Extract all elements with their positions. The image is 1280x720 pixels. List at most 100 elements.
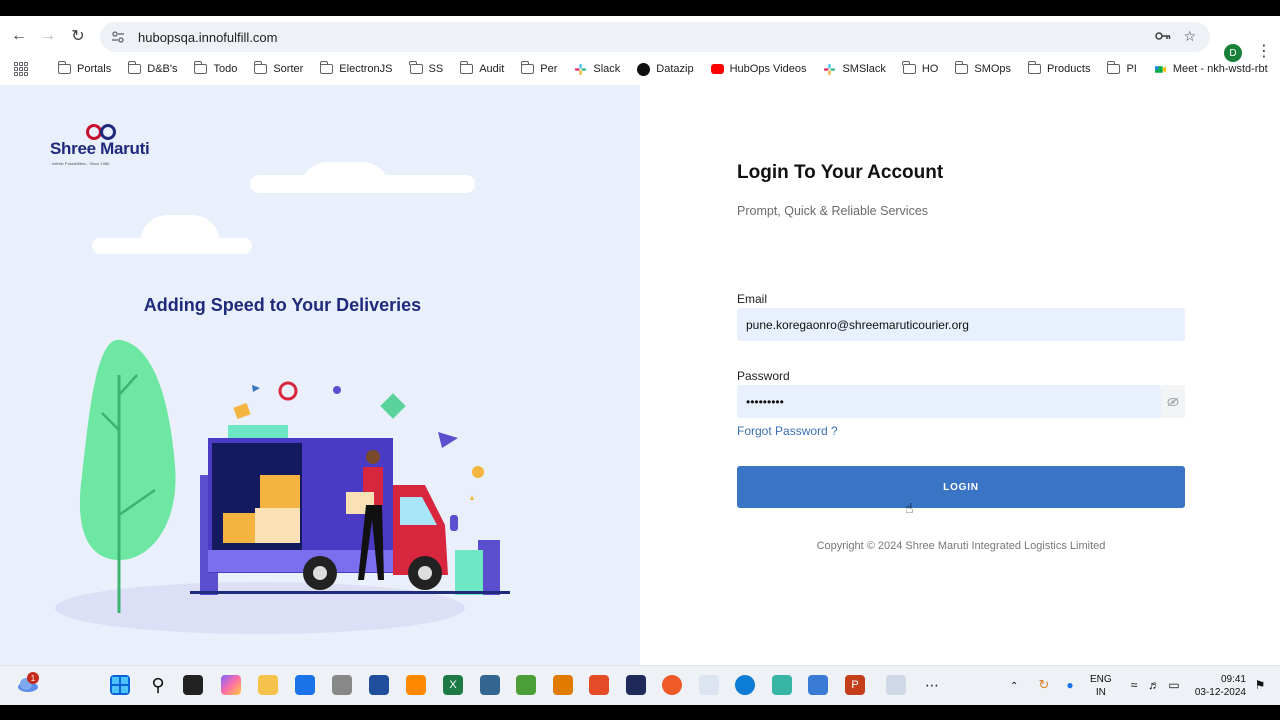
hand-cursor-icon: ☝: [905, 500, 914, 516]
password-field-wrapper: •••••••••: [737, 385, 1185, 418]
folder-icon: [1027, 61, 1042, 74]
bookmark-datazip[interactable]: Datazip: [637, 62, 694, 76]
bookmark-electronjs[interactable]: ElectronJS: [319, 61, 393, 75]
calculator-icon[interactable]: [332, 675, 352, 695]
folder-icon: [954, 61, 969, 74]
powerpoint-icon[interactable]: P: [845, 675, 865, 695]
bookmark-per[interactable]: Per: [520, 61, 557, 75]
folder-icon: [127, 61, 142, 74]
reload-icon[interactable]: ↻: [63, 21, 93, 51]
app-icon[interactable]: [369, 675, 389, 695]
bookmark-audit[interactable]: Audit: [459, 61, 505, 75]
volume-icon[interactable]: ♬: [1144, 675, 1164, 695]
bookmark-label: SMSlack: [842, 63, 886, 75]
login-panel: Login To Your Account Prompt, Quick & Re…: [641, 85, 1280, 665]
store-icon[interactable]: [295, 675, 315, 695]
app-icon[interactable]: [589, 675, 609, 695]
edge-icon[interactable]: [735, 675, 755, 695]
bookmark-hubops-videos[interactable]: HubOps Videos: [710, 63, 807, 75]
bookmark-products[interactable]: Products: [1027, 61, 1091, 75]
hero-panel: Shree Maruti Infinite Possibilities - Si…: [0, 85, 640, 665]
bookmark-label: SS: [428, 63, 444, 75]
windows-start-icon[interactable]: [110, 675, 130, 695]
folder-icon: [253, 61, 268, 74]
bottom-letterbox: [0, 705, 1280, 720]
eye-off-icon[interactable]: [1161, 385, 1185, 418]
login-subtitle: Prompt, Quick & Reliable Services: [737, 204, 929, 218]
top-letterbox: [0, 0, 1280, 16]
snipping-tool-icon[interactable]: [886, 675, 906, 695]
chart-app-icon[interactable]: [699, 675, 719, 695]
bookmark-slack[interactable]: Slack: [574, 63, 620, 76]
password-label: Password: [737, 369, 790, 383]
bookmark-smops[interactable]: SMOps: [954, 61, 1011, 75]
task-view-icon[interactable]: [183, 675, 203, 695]
app-icon[interactable]: [516, 675, 536, 695]
bookmark-star-icon[interactable]: ☆: [1183, 28, 1196, 45]
excel-icon[interactable]: X: [443, 675, 463, 695]
email-field[interactable]: pune.koregaonro@shreemaruticourier.org: [737, 308, 1185, 341]
site-settings-icon[interactable]: [110, 29, 126, 45]
bookmark-sorter[interactable]: Sorter: [253, 61, 304, 75]
password-field[interactable]: •••••••••: [737, 385, 1161, 418]
tray-chevron-icon[interactable]: ⌃: [1010, 666, 1018, 706]
youtube-icon: [710, 64, 724, 74]
copilot-icon[interactable]: [221, 675, 241, 695]
microphone-icon[interactable]: ●: [1060, 675, 1080, 695]
delivery-truck-illustration: [55, 339, 510, 634]
bookmark-label: Sorter: [273, 63, 304, 75]
forgot-password-link[interactable]: Forgot Password ?: [737, 424, 838, 438]
bookmark-ho[interactable]: HO: [902, 61, 938, 75]
bookmark-label: Products: [1047, 63, 1091, 75]
notification-badge: 1: [27, 672, 39, 684]
app-icon[interactable]: [662, 675, 682, 695]
browser-toolbar: ← → ↻ hubopsqa.innofulfill.com ☆ D ⋮: [0, 16, 1280, 62]
apps-grid-icon[interactable]: [14, 62, 28, 76]
password-key-icon[interactable]: [1155, 29, 1171, 45]
slack-icon: [575, 63, 587, 75]
email-label: Email: [737, 292, 768, 306]
bookmark-label: Audit: [479, 63, 505, 75]
notification-bell-icon[interactable]: ⚑: [1250, 675, 1270, 695]
bookmark-label: Meet - nkh-wstd-rbt: [1172, 63, 1268, 75]
windows-taskbar: 1 ⚲ X P ⋯ ⌃ ↻ ● ENG IN ≈ ♬ ▭ 09:41 03-12…: [0, 665, 1280, 705]
bookmark-portals[interactable]: Portals: [57, 61, 111, 75]
search-icon[interactable]: ⚲: [148, 675, 168, 695]
more-apps-icon[interactable]: ⋯: [922, 675, 942, 695]
login-button[interactable]: LOGIN: [737, 466, 1185, 508]
folder-icon: [459, 61, 474, 74]
cloud-decoration: [300, 162, 390, 190]
system-clock[interactable]: 09:41 03-12-2024: [1188, 673, 1246, 699]
back-arrow-icon[interactable]: ←: [4, 21, 34, 51]
bookmark-label: Slack: [593, 63, 621, 75]
slack-icon: [824, 63, 836, 75]
copyright-text: Copyright © 2024 Shree Maruti Integrated…: [816, 540, 1106, 552]
postgres-icon[interactable]: [480, 675, 500, 695]
search-tool-icon[interactable]: [553, 675, 573, 695]
bookmark-pi[interactable]: PI: [1106, 61, 1137, 75]
bookmark-smslack[interactable]: SMSlack: [823, 63, 886, 76]
bookmark-db[interactable]: D&B's: [127, 61, 178, 75]
bookmark-label: HubOps Videos: [729, 63, 807, 75]
address-bar[interactable]: hubopsqa.innofulfill.com ☆: [100, 22, 1210, 52]
folder-icon: [902, 61, 916, 74]
region-code: IN: [1095, 687, 1106, 698]
folder-icon: [57, 61, 71, 74]
app-icon[interactable]: [772, 675, 792, 695]
vlc-icon[interactable]: [406, 675, 426, 695]
bookmark-label: PI: [1126, 63, 1137, 75]
language-indicator[interactable]: ENG IN: [1090, 673, 1112, 699]
sync-icon[interactable]: ↻: [1034, 675, 1054, 695]
battery-icon[interactable]: ▭: [1164, 675, 1184, 695]
wifi-icon[interactable]: ≈: [1124, 675, 1144, 695]
bookmark-label: D&B's: [147, 63, 178, 75]
file-explorer-icon[interactable]: [258, 675, 278, 695]
login-title: Login To Your Account: [737, 162, 944, 183]
notepad-icon[interactable]: [808, 675, 828, 695]
bookmark-ss[interactable]: SS: [409, 61, 444, 75]
forward-arrow-icon[interactable]: →: [33, 21, 63, 51]
lock-icon[interactable]: [626, 675, 646, 695]
language-code: ENG: [1090, 674, 1112, 685]
bookmark-meet[interactable]: Meet - nkh-wstd-rbt: [1154, 63, 1268, 76]
bookmark-todo[interactable]: Todo: [193, 61, 237, 75]
